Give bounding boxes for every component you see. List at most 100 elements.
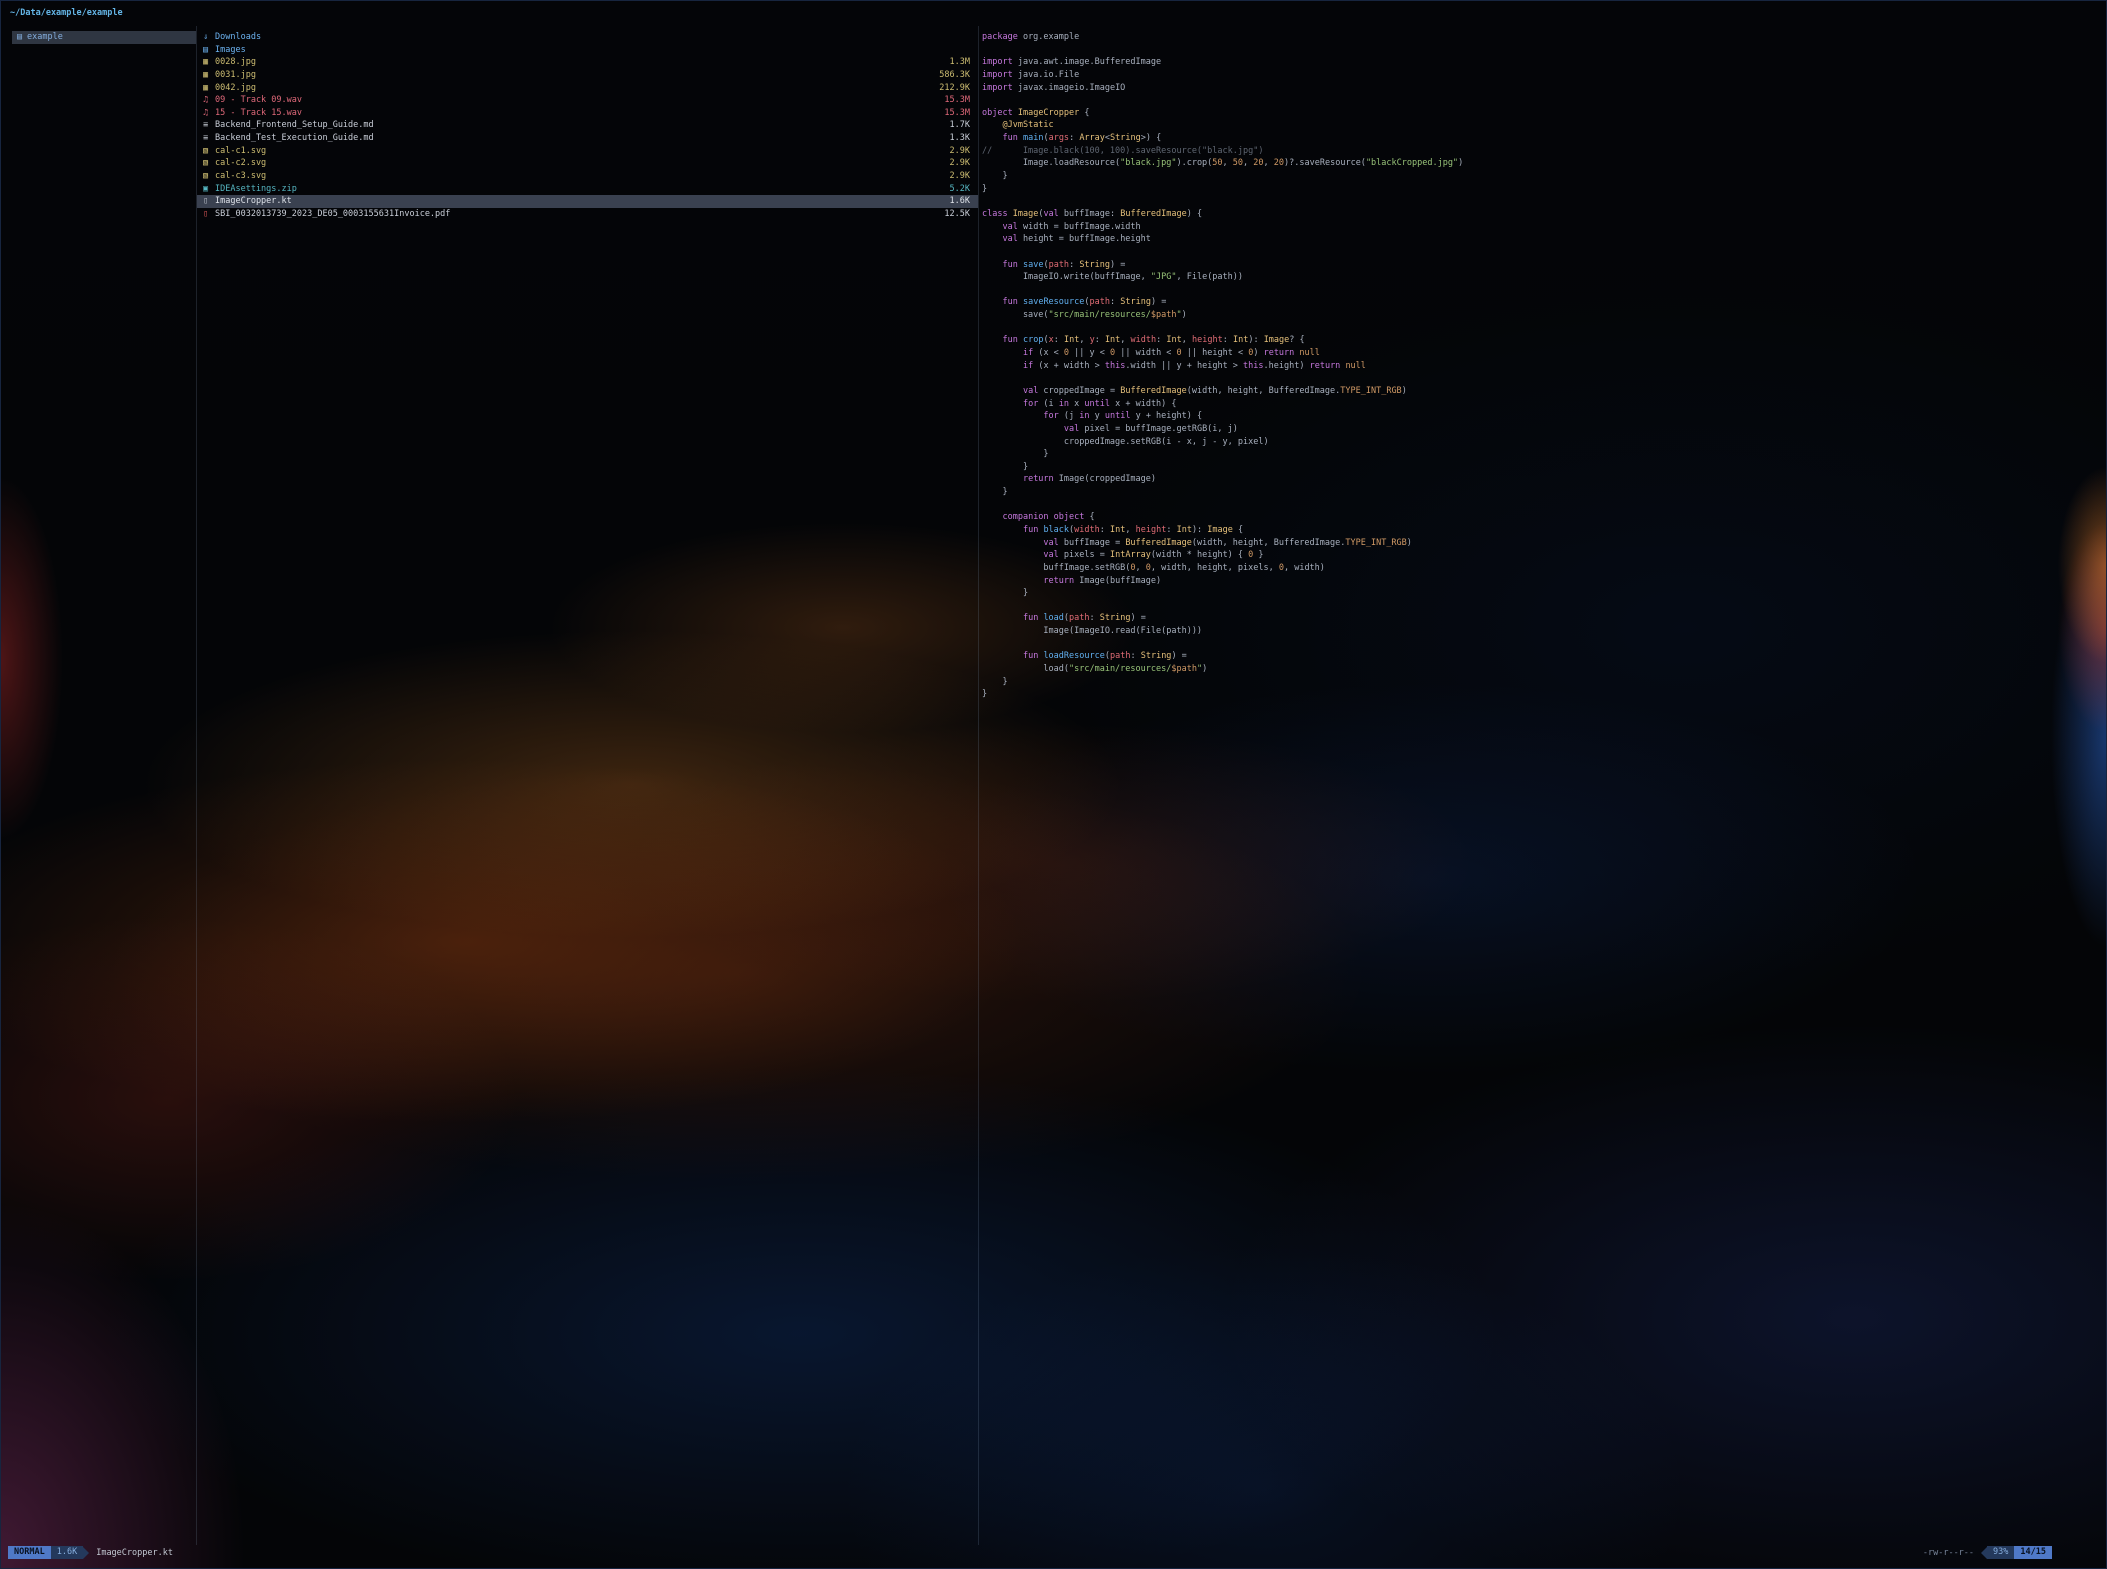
- code-line: for (j in y until y + height) {: [979, 410, 2103, 423]
- file-row[interactable]: ▧cal-c3.svg2.9K: [197, 170, 978, 183]
- file-size: 1.6K: [950, 195, 970, 208]
- file-name: 0031.jpg: [215, 69, 931, 82]
- file-row[interactable]: ▦0028.jpg1.3M: [197, 56, 978, 69]
- pane-divider-left: [196, 26, 197, 1545]
- file-name: 0028.jpg: [215, 56, 942, 69]
- file-size: 1.3M: [950, 56, 970, 69]
- scroll-percent-badge: 93%: [1987, 1546, 2014, 1559]
- file-size: 586.3K: [939, 69, 970, 82]
- code-line: [979, 600, 2103, 613]
- code-line: fun loadResource(path: String) =: [979, 650, 2103, 663]
- archive-icon: ▣: [203, 183, 215, 196]
- status-bar: NORMAL 1.6K ImageCropper.kt -rw-r--r-- 9…: [0, 1545, 2107, 1560]
- parent-dir-item[interactable]: ▤example: [12, 31, 196, 44]
- code-line: fun crop(x: Int, y: Int, width: Int, hei…: [979, 334, 2103, 347]
- code-line: [979, 372, 2103, 385]
- file-size: 5.2K: [950, 183, 970, 196]
- code-line: [979, 246, 2103, 259]
- file-row[interactable]: ≡Backend_Test_Execution_Guide.md 1.3K: [197, 132, 978, 145]
- code-line: fun load(path: String) =: [979, 612, 2103, 625]
- file-size: 2.9K: [950, 145, 970, 158]
- code-line: Image.loadResource("black.jpg").crop(50,…: [979, 157, 2103, 170]
- file-name: 15 - Track 15.wav: [215, 107, 936, 120]
- markdown-icon: ≡: [203, 119, 215, 132]
- folder-icon: ▤: [17, 31, 27, 44]
- code-line: fun black(width: Int, height: Int): Imag…: [979, 524, 2103, 537]
- code-line: val pixel = buffImage.getRGB(i, j): [979, 423, 2103, 436]
- file-name: Backend_Test_Execution_Guide.md: [215, 132, 942, 145]
- file-row[interactable]: ▦0042.jpg212.9K: [197, 82, 978, 95]
- file-row[interactable]: ♫15 - Track 15.wav 15.3M: [197, 107, 978, 120]
- code-line: }: [979, 688, 2103, 701]
- file-name: 0042.jpg: [215, 82, 931, 95]
- mode-badge: NORMAL: [8, 1546, 51, 1559]
- code-line: class Image(val buffImage: BufferedImage…: [979, 208, 2103, 221]
- status-filename: ImageCropper.kt: [96, 1548, 173, 1558]
- code-line: croppedImage.setRGB(i - x, j - y, pixel): [979, 436, 2103, 449]
- file-size: 15.3M: [944, 94, 970, 107]
- file-size: 212.9K: [939, 82, 970, 95]
- download-icon: ⇓: [203, 31, 215, 44]
- code-line: }: [979, 676, 2103, 689]
- pdf-icon: ▯: [203, 208, 215, 221]
- code-line: val croppedImage = BufferedImage(width, …: [979, 385, 2103, 398]
- audio-icon: ♫: [203, 94, 215, 107]
- code-line: // Image.black(100, 100).saveResource("b…: [979, 145, 2103, 158]
- code-line: for (i in x until x + width) {: [979, 398, 2103, 411]
- parent-directory-pane[interactable]: ▤example: [12, 31, 196, 44]
- vector-icon: ▧: [203, 157, 215, 170]
- file-list-pane[interactable]: ⇓Downloads▤Images ▦0028.jpg 1.3M▦0031.jpg 5…: [197, 31, 978, 221]
- terminal-window[interactable]: ~/Data/example/example ▤example ⇓Downloa…: [0, 0, 2107, 1569]
- code-line: [979, 44, 2103, 57]
- file-preview-pane[interactable]: package org.example import java.awt.imag…: [979, 31, 2103, 701]
- file-name: cal-c1.svg: [215, 145, 942, 158]
- code-line: import java.awt.image.BufferedImage: [979, 56, 2103, 69]
- audio-icon: ♫: [203, 107, 215, 120]
- file-name: IDEAsettings.zip: [215, 183, 942, 196]
- file-name: 09 - Track 09.wav: [215, 94, 936, 107]
- file-row[interactable]: ▧cal-c2.svg2.9K: [197, 157, 978, 170]
- code-line: if (x + width > this.width || y + height…: [979, 360, 2103, 373]
- parent-dir-name: example: [27, 31, 63, 44]
- image-icon: ▦: [203, 69, 215, 82]
- code-line: }: [979, 448, 2103, 461]
- code-line: return Image(croppedImage): [979, 473, 2103, 486]
- file-row[interactable]: ⇓Downloads: [197, 31, 978, 44]
- file-row[interactable]: ≡Backend_Frontend_Setup_Guide.md1.7K: [197, 119, 978, 132]
- file-row[interactable]: ▣IDEAsettings.zip 5.2K: [197, 183, 978, 196]
- file-name: Downloads: [215, 31, 962, 44]
- file-row[interactable]: ▦0031.jpg 586.3K: [197, 69, 978, 82]
- status-bar-right: -rw-r--r-- 93% 14/15: [1923, 1546, 2052, 1559]
- code-line: }: [979, 183, 2103, 196]
- code-line: [979, 284, 2103, 297]
- breadcrumb-path: ~/Data/example/example: [10, 6, 123, 20]
- file-row[interactable]: ▤Images: [197, 44, 978, 57]
- file-row[interactable]: ▯ImageCropper.kt1.6K: [197, 195, 978, 208]
- file-position-badge: 14/15: [2014, 1546, 2052, 1559]
- file-size-badge: 1.6K: [51, 1546, 83, 1559]
- file-size: 15.3M: [944, 107, 970, 120]
- status-bar-left: NORMAL 1.6K ImageCropper.kt: [8, 1546, 173, 1559]
- code-line: }: [979, 461, 2103, 474]
- file-size: 1.3K: [950, 132, 970, 145]
- file-row[interactable]: ▧cal-c1.svg 2.9K: [197, 145, 978, 158]
- code-line: [979, 638, 2103, 651]
- code-line: [979, 94, 2103, 107]
- file-row[interactable]: ♫09 - Track 09.wav 15.3M: [197, 94, 978, 107]
- code-line: package org.example: [979, 31, 2103, 44]
- vector-icon: ▧: [203, 170, 215, 183]
- file-row[interactable]: ▯SBI_0032013739_2023_DE05_0003155631Invo…: [197, 208, 978, 221]
- file-name: SBI_0032013739_2023_DE05_0003155631Invoi…: [215, 208, 936, 221]
- code-line: load("src/main/resources/$path"): [979, 663, 2103, 676]
- file-name: ImageCropper.kt: [215, 195, 942, 208]
- code-line: fun saveResource(path: String) =: [979, 296, 2103, 309]
- code-line: import java.io.File: [979, 69, 2103, 82]
- code-line: val pixels = IntArray(width * height) { …: [979, 549, 2103, 562]
- file-size: 1.7K: [950, 119, 970, 132]
- file-size: 12.5K: [944, 208, 970, 221]
- markdown-icon: ≡: [203, 132, 215, 145]
- folder-icon: ▤: [203, 44, 215, 57]
- code-line: val buffImage = BufferedImage(width, hei…: [979, 537, 2103, 550]
- file-permissions: -rw-r--r--: [1923, 1548, 1974, 1558]
- vector-icon: ▧: [203, 145, 215, 158]
